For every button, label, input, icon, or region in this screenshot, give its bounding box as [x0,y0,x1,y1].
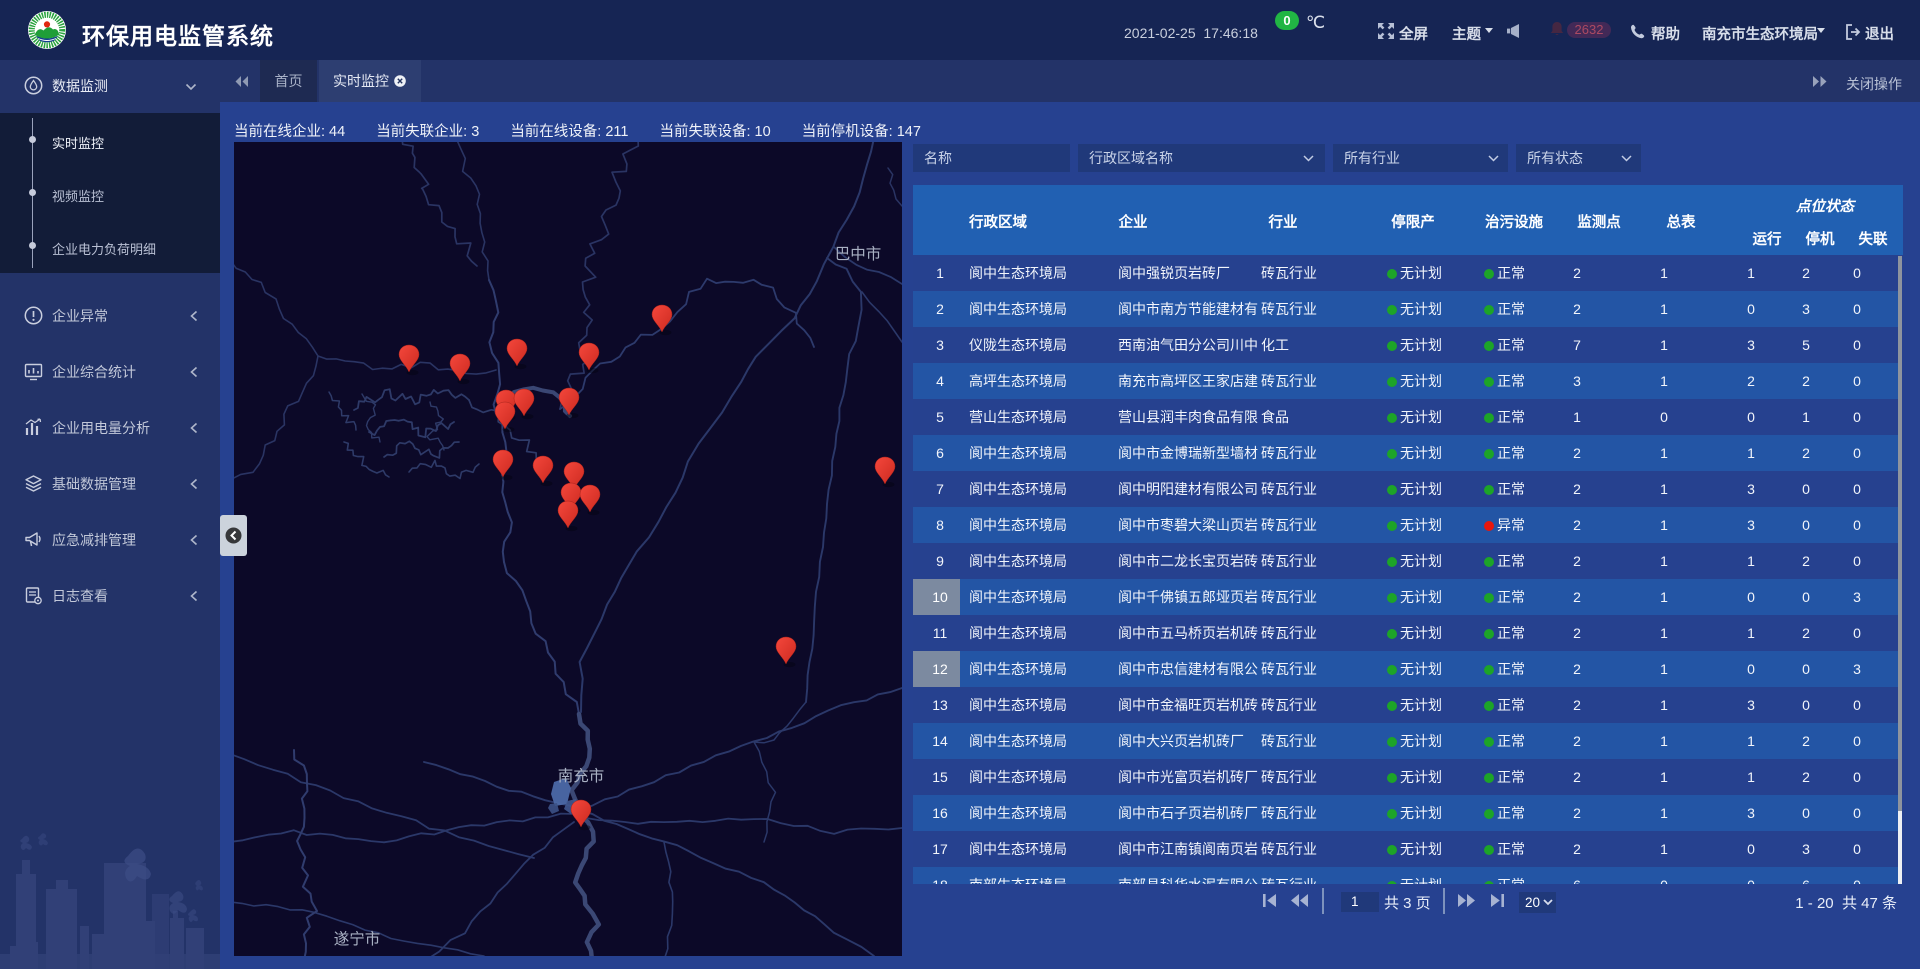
svg-text:遂宁市: 遂宁市 [334,930,381,948]
svg-text:巴中市: 巴中市 [835,245,882,263]
svg-text:南充市: 南充市 [558,767,605,785]
